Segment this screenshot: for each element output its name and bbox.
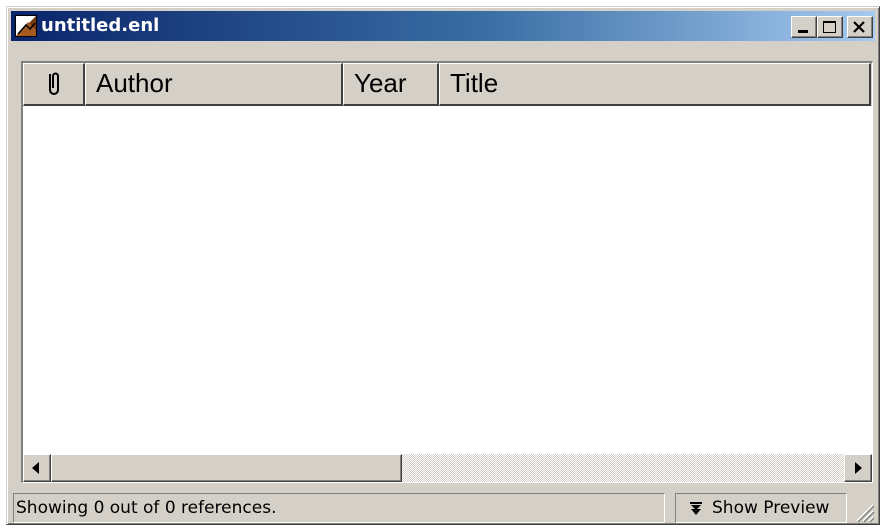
status-text: Showing 0 out of 0 references. <box>13 493 665 523</box>
minimize-icon <box>798 30 808 33</box>
scroll-left-button[interactable] <box>23 454 51 482</box>
minimize-button[interactable] <box>791 16 817 38</box>
double-chevron-down-icon <box>690 502 702 515</box>
column-header-title[interactable]: Title <box>439 63 871 106</box>
column-header-author[interactable]: Author <box>85 63 343 106</box>
arrow-left-icon <box>32 462 39 474</box>
reference-list: Author Year Title <box>21 61 873 483</box>
horizontal-scrollbar[interactable] <box>23 454 872 482</box>
scroll-thumb[interactable] <box>51 454 402 482</box>
column-header-row: Author Year Title <box>23 63 872 106</box>
title-bar[interactable]: untitled.enl <box>11 11 875 41</box>
column-header-attachment[interactable] <box>23 63 85 106</box>
maximize-icon <box>823 21 836 33</box>
window-title: untitled.enl <box>41 15 160 36</box>
reference-list-body[interactable] <box>23 106 872 454</box>
show-preview-button[interactable]: Show Preview <box>675 493 847 523</box>
show-preview-label: Show Preview <box>712 498 830 518</box>
arrow-right-icon <box>855 462 862 474</box>
maximize-button[interactable] <box>817 16 843 38</box>
endnote-app-icon[interactable] <box>15 15 37 37</box>
scroll-right-button[interactable] <box>844 454 872 482</box>
close-button[interactable] <box>847 16 873 38</box>
resize-grip-icon[interactable] <box>849 497 875 523</box>
endnote-library-window: untitled.enl Author Year Title Showing 0… <box>6 6 880 525</box>
column-header-year[interactable]: Year <box>343 63 439 106</box>
close-icon <box>853 21 865 33</box>
paperclip-icon <box>49 72 59 95</box>
status-bar: Showing 0 out of 0 references. Show Prev… <box>13 493 875 523</box>
